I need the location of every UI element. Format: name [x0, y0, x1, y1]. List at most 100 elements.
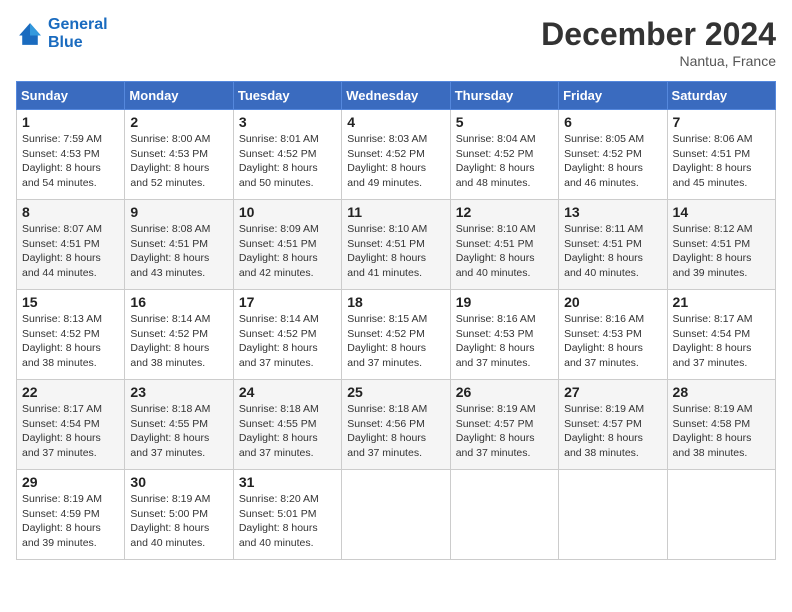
calendar-day-cell: 15 Sunrise: 8:13 AM Sunset: 4:52 PM Dayl… [17, 290, 125, 380]
calendar-day-cell: 2 Sunrise: 8:00 AM Sunset: 4:53 PM Dayli… [125, 110, 233, 200]
day-of-week-header: Sunday [17, 82, 125, 110]
day-info: Sunrise: 8:09 AM Sunset: 4:51 PM Dayligh… [239, 222, 336, 281]
logo-icon [16, 20, 44, 48]
day-number: 13 [564, 204, 661, 220]
day-info: Sunrise: 8:20 AM Sunset: 5:01 PM Dayligh… [239, 492, 336, 551]
day-of-week-header: Tuesday [233, 82, 341, 110]
calendar-day-cell [342, 470, 450, 560]
calendar-week-row: 15 Sunrise: 8:13 AM Sunset: 4:52 PM Dayl… [17, 290, 776, 380]
day-info: Sunrise: 8:10 AM Sunset: 4:51 PM Dayligh… [456, 222, 553, 281]
day-info: Sunrise: 8:13 AM Sunset: 4:52 PM Dayligh… [22, 312, 119, 371]
day-info: Sunrise: 8:07 AM Sunset: 4:51 PM Dayligh… [22, 222, 119, 281]
location: Nantua, France [541, 53, 776, 69]
day-number: 19 [456, 294, 553, 310]
calendar-day-cell: 25 Sunrise: 8:18 AM Sunset: 4:56 PM Dayl… [342, 380, 450, 470]
calendar-week-row: 8 Sunrise: 8:07 AM Sunset: 4:51 PM Dayli… [17, 200, 776, 290]
day-number: 30 [130, 474, 227, 490]
calendar-header-row: SundayMondayTuesdayWednesdayThursdayFrid… [17, 82, 776, 110]
calendar-day-cell: 8 Sunrise: 8:07 AM Sunset: 4:51 PM Dayli… [17, 200, 125, 290]
day-number: 26 [456, 384, 553, 400]
day-number: 10 [239, 204, 336, 220]
calendar-week-row: 22 Sunrise: 8:17 AM Sunset: 4:54 PM Dayl… [17, 380, 776, 470]
day-info: Sunrise: 8:14 AM Sunset: 4:52 PM Dayligh… [130, 312, 227, 371]
day-number: 7 [673, 114, 770, 130]
day-of-week-header: Saturday [667, 82, 775, 110]
day-number: 14 [673, 204, 770, 220]
day-info: Sunrise: 8:12 AM Sunset: 4:51 PM Dayligh… [673, 222, 770, 281]
day-number: 9 [130, 204, 227, 220]
calendar-day-cell: 16 Sunrise: 8:14 AM Sunset: 4:52 PM Dayl… [125, 290, 233, 380]
day-number: 6 [564, 114, 661, 130]
calendar-day-cell: 1 Sunrise: 7:59 AM Sunset: 4:53 PM Dayli… [17, 110, 125, 200]
calendar-day-cell: 11 Sunrise: 8:10 AM Sunset: 4:51 PM Dayl… [342, 200, 450, 290]
calendar-week-row: 29 Sunrise: 8:19 AM Sunset: 4:59 PM Dayl… [17, 470, 776, 560]
day-info: Sunrise: 8:14 AM Sunset: 4:52 PM Dayligh… [239, 312, 336, 371]
month-title: December 2024 [541, 16, 776, 53]
day-info: Sunrise: 8:19 AM Sunset: 4:59 PM Dayligh… [22, 492, 119, 551]
calendar-day-cell: 20 Sunrise: 8:16 AM Sunset: 4:53 PM Dayl… [559, 290, 667, 380]
title-block: December 2024 Nantua, France [541, 16, 776, 69]
day-info: Sunrise: 8:01 AM Sunset: 4:52 PM Dayligh… [239, 132, 336, 191]
day-number: 3 [239, 114, 336, 130]
day-info: Sunrise: 8:06 AM Sunset: 4:51 PM Dayligh… [673, 132, 770, 191]
day-number: 11 [347, 204, 444, 220]
calendar-day-cell [667, 470, 775, 560]
calendar-week-row: 1 Sunrise: 7:59 AM Sunset: 4:53 PM Dayli… [17, 110, 776, 200]
day-number: 31 [239, 474, 336, 490]
calendar-day-cell: 4 Sunrise: 8:03 AM Sunset: 4:52 PM Dayli… [342, 110, 450, 200]
day-number: 28 [673, 384, 770, 400]
calendar-day-cell: 21 Sunrise: 8:17 AM Sunset: 4:54 PM Dayl… [667, 290, 775, 380]
day-info: Sunrise: 8:17 AM Sunset: 4:54 PM Dayligh… [22, 402, 119, 461]
day-number: 4 [347, 114, 444, 130]
day-of-week-header: Friday [559, 82, 667, 110]
day-info: Sunrise: 8:19 AM Sunset: 5:00 PM Dayligh… [130, 492, 227, 551]
calendar-day-cell: 17 Sunrise: 8:14 AM Sunset: 4:52 PM Dayl… [233, 290, 341, 380]
day-info: Sunrise: 8:15 AM Sunset: 4:52 PM Dayligh… [347, 312, 444, 371]
day-of-week-header: Monday [125, 82, 233, 110]
day-of-week-header: Wednesday [342, 82, 450, 110]
day-info: Sunrise: 8:17 AM Sunset: 4:54 PM Dayligh… [673, 312, 770, 371]
day-number: 25 [347, 384, 444, 400]
calendar-day-cell: 9 Sunrise: 8:08 AM Sunset: 4:51 PM Dayli… [125, 200, 233, 290]
calendar-day-cell: 22 Sunrise: 8:17 AM Sunset: 4:54 PM Dayl… [17, 380, 125, 470]
day-number: 18 [347, 294, 444, 310]
day-info: Sunrise: 8:10 AM Sunset: 4:51 PM Dayligh… [347, 222, 444, 281]
calendar-day-cell: 12 Sunrise: 8:10 AM Sunset: 4:51 PM Dayl… [450, 200, 558, 290]
calendar-day-cell: 6 Sunrise: 8:05 AM Sunset: 4:52 PM Dayli… [559, 110, 667, 200]
calendar-day-cell: 28 Sunrise: 8:19 AM Sunset: 4:58 PM Dayl… [667, 380, 775, 470]
day-number: 23 [130, 384, 227, 400]
day-number: 1 [22, 114, 119, 130]
day-number: 12 [456, 204, 553, 220]
day-number: 24 [239, 384, 336, 400]
logo-text: General Blue [48, 16, 108, 52]
day-number: 27 [564, 384, 661, 400]
page-header: General Blue December 2024 Nantua, Franc… [16, 16, 776, 69]
day-info: Sunrise: 8:11 AM Sunset: 4:51 PM Dayligh… [564, 222, 661, 281]
day-number: 22 [22, 384, 119, 400]
day-number: 2 [130, 114, 227, 130]
calendar-day-cell: 26 Sunrise: 8:19 AM Sunset: 4:57 PM Dayl… [450, 380, 558, 470]
day-info: Sunrise: 8:19 AM Sunset: 4:57 PM Dayligh… [456, 402, 553, 461]
day-number: 8 [22, 204, 119, 220]
day-number: 17 [239, 294, 336, 310]
day-info: Sunrise: 8:16 AM Sunset: 4:53 PM Dayligh… [564, 312, 661, 371]
day-number: 29 [22, 474, 119, 490]
day-number: 5 [456, 114, 553, 130]
logo: General Blue [16, 16, 108, 52]
calendar-day-cell: 27 Sunrise: 8:19 AM Sunset: 4:57 PM Dayl… [559, 380, 667, 470]
calendar-day-cell [559, 470, 667, 560]
calendar-day-cell: 10 Sunrise: 8:09 AM Sunset: 4:51 PM Dayl… [233, 200, 341, 290]
day-info: Sunrise: 8:19 AM Sunset: 4:57 PM Dayligh… [564, 402, 661, 461]
calendar-table: SundayMondayTuesdayWednesdayThursdayFrid… [16, 81, 776, 560]
calendar-day-cell: 18 Sunrise: 8:15 AM Sunset: 4:52 PM Dayl… [342, 290, 450, 380]
day-info: Sunrise: 8:03 AM Sunset: 4:52 PM Dayligh… [347, 132, 444, 191]
calendar-day-cell: 13 Sunrise: 8:11 AM Sunset: 4:51 PM Dayl… [559, 200, 667, 290]
calendar-day-cell [450, 470, 558, 560]
day-info: Sunrise: 8:18 AM Sunset: 4:56 PM Dayligh… [347, 402, 444, 461]
day-info: Sunrise: 8:18 AM Sunset: 4:55 PM Dayligh… [130, 402, 227, 461]
calendar-day-cell: 23 Sunrise: 8:18 AM Sunset: 4:55 PM Dayl… [125, 380, 233, 470]
calendar-day-cell: 31 Sunrise: 8:20 AM Sunset: 5:01 PM Dayl… [233, 470, 341, 560]
calendar-day-cell: 29 Sunrise: 8:19 AM Sunset: 4:59 PM Dayl… [17, 470, 125, 560]
calendar-day-cell: 3 Sunrise: 8:01 AM Sunset: 4:52 PM Dayli… [233, 110, 341, 200]
day-info: Sunrise: 8:04 AM Sunset: 4:52 PM Dayligh… [456, 132, 553, 191]
